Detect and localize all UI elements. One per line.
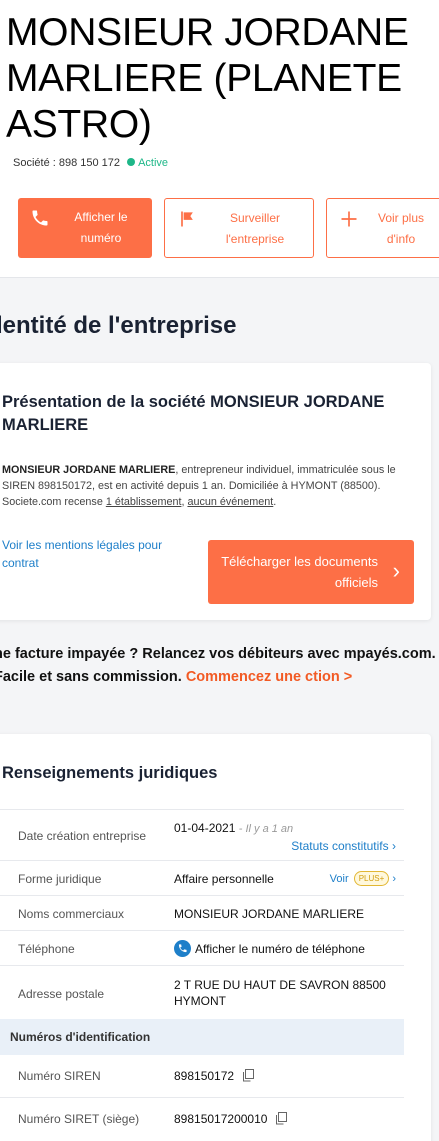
legal-info-title: Renseignements juridiques [2, 764, 218, 782]
show-phone-link[interactable]: Afficher le numéro de téléphone [174, 940, 365, 957]
presentation-text-part-3: . [273, 496, 277, 508]
identification-header-label: Numéros d'identification [10, 1030, 151, 1044]
copy-icon[interactable] [242, 1069, 255, 1082]
presentation-text: MONSIEUR JORDANE MARLIERE, entrepreneur … [2, 462, 417, 510]
creation-date: 01-04-2021 [174, 821, 236, 835]
siret-value: 89815017200010 [174, 1112, 288, 1126]
voir-label: Voir [329, 873, 349, 885]
show-number-label: Afficher le numéro [74, 210, 128, 245]
noms-label: Noms commerciaux [18, 907, 125, 921]
statuts-label: Statuts constitutifs [291, 839, 389, 853]
company-header: MONSIEUR JORDANE MARLIERE (PLANETE ASTRO… [0, 0, 439, 278]
chevron-right-icon: › [392, 839, 396, 853]
promo-cta-link[interactable]: Commencez une ction > [186, 669, 352, 685]
row-address: Adresse postale 2 T RUE DU HAUT DE SAVRO… [0, 965, 404, 1019]
show-phone-label: Afficher le numéro de téléphone [195, 942, 365, 956]
status-badge: Active [138, 157, 169, 169]
row-trade-names: Noms commerciaux MONSIEUR JORDANE MARLIE… [0, 895, 404, 930]
forme-value: Affaire personnelle [174, 872, 274, 886]
siren-value: 898150172 [174, 1069, 255, 1083]
phone-circle-icon [174, 940, 191, 957]
page-title: MONSIEUR JORDANE MARLIERE (PLANETE ASTRO… [6, 11, 409, 146]
flag-icon [181, 211, 193, 227]
row-legal-form: Forme juridique Affaire personnelle Voir… [0, 860, 404, 895]
siret-number: 89815017200010 [174, 1112, 268, 1126]
download-documents-button[interactable]: Télécharger les documents officiels › [208, 540, 414, 604]
section-title: dentité de l'entreprise [0, 312, 237, 339]
identification-header: Numéros d'identification [0, 1019, 404, 1055]
voir-plus-link[interactable]: Voir PLUS+ › [330, 871, 396, 886]
company-name-bold: MONSIEUR JORDANE MARLIERE [2, 464, 176, 476]
legal-info-card: Renseignements juridiques Date création … [0, 734, 431, 1141]
row-phone: Téléphone Afficher le numéro de téléphon… [0, 930, 404, 965]
header-divider [0, 277, 439, 278]
plus-icon [341, 211, 357, 227]
promo-banner: ne facture impayée ? Relancez vos débite… [0, 643, 439, 688]
adresse-value: 2 T RUE DU HAUT DE SAVRON 88500 HYMONT [174, 978, 386, 1008]
more-info-label: Voir plus d'info [377, 211, 425, 246]
siren-summary: Société : 898 150 172 [13, 157, 121, 169]
creation-label: Date création entreprise [18, 829, 147, 843]
establishment-link[interactable]: 1 établissement [106, 496, 182, 508]
noms-value: MONSIEUR JORDANE MARLIERE [174, 907, 365, 921]
phone-icon [32, 210, 48, 226]
siren-number: 898150172 [174, 1069, 235, 1083]
tel-label: Téléphone [18, 942, 75, 956]
show-number-button[interactable]: Afficher le numéro [18, 198, 152, 258]
watch-company-label: Surveiller l'entreprise [225, 211, 285, 246]
chevron-right-icon: › [392, 873, 396, 885]
creation-value: 01-04-2021 - Il y a 1 an [174, 821, 293, 835]
siren-label: Numéro SIREN [18, 1069, 101, 1083]
statuts-link[interactable]: Statuts constitutifs › [291, 839, 396, 853]
row-siren: Numéro SIREN 898150172 [0, 1055, 404, 1097]
events-link[interactable]: aucun événement [187, 496, 273, 508]
plus-badge: PLUS+ [353, 871, 390, 886]
copy-icon[interactable] [275, 1112, 288, 1125]
row-siret: Numéro SIRET (siège) 89815017200010 [0, 1097, 404, 1139]
adresse-label: Adresse postale [18, 987, 105, 1001]
legal-mentions-link[interactable]: Voir les mentions légales pour contrat [2, 536, 192, 572]
creation-ago: - Il y a 1 an [238, 823, 294, 835]
download-documents-label: Télécharger les documents officiels [221, 554, 378, 590]
watch-company-button[interactable]: Surveiller l'entreprise [164, 198, 314, 258]
presentation-title: Présentation de la société MONSIEUR JORD… [2, 393, 385, 434]
presentation-card: Présentation de la société MONSIEUR JORD… [0, 363, 431, 620]
forme-label: Forme juridique [18, 872, 102, 886]
status-dot-icon [127, 158, 136, 166]
siret-label: Numéro SIRET (siège) [18, 1112, 140, 1126]
more-info-button[interactable]: Voir plus d'info [326, 198, 439, 258]
company-status-line: Société : 898 150 172 Active [13, 157, 168, 169]
chevron-right-icon: › [392, 558, 400, 583]
